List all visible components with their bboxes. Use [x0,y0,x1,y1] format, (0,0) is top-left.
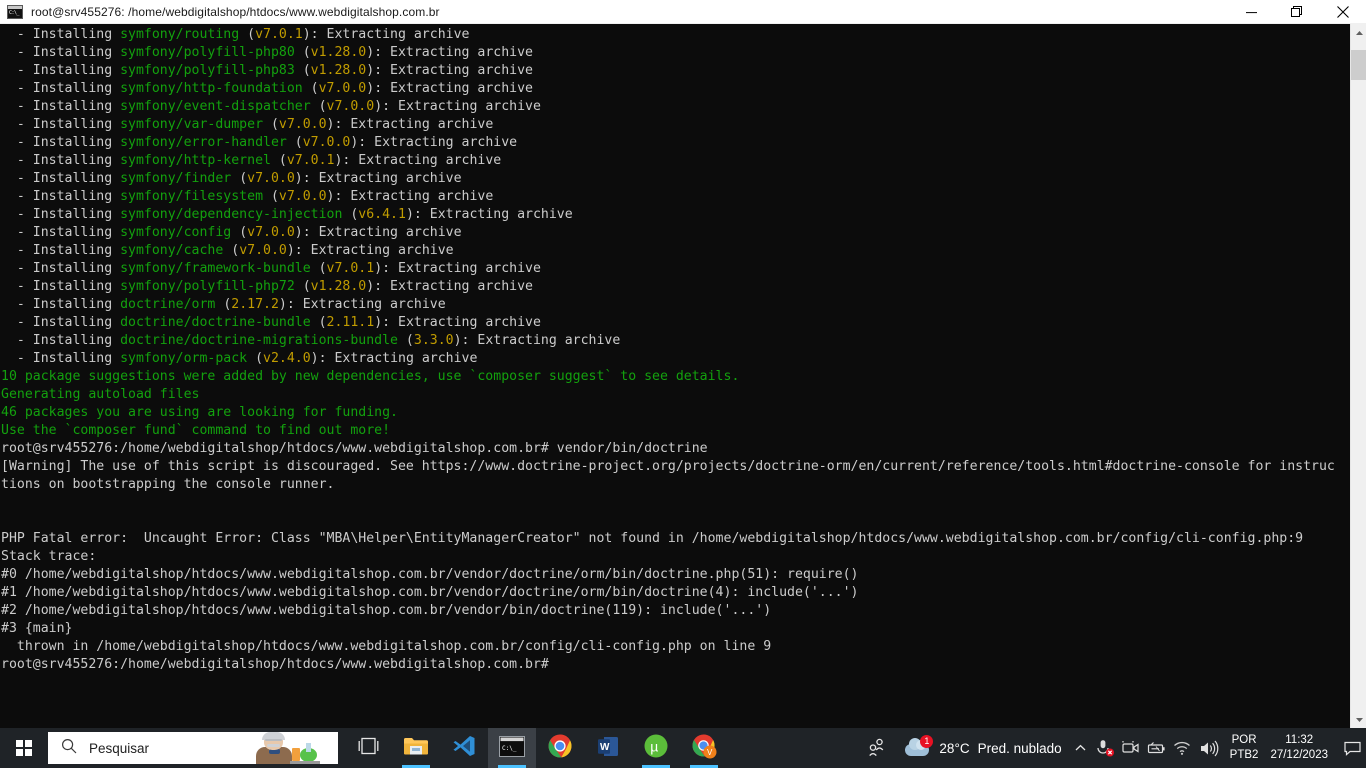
language-line-1: POR [1231,734,1257,746]
taskbar-item-chrome-profile[interactable]: V [680,728,728,768]
task-view-icon [358,737,379,759]
language-indicator[interactable]: POR PTB2 [1222,728,1265,768]
terminal-line: 46 packages you are using are looking fo… [1,405,398,420]
terminal-line: #0 /home/webdigitalshop/htdocs/www.webdi… [1,567,859,582]
terminal-line: thrown in /home/webdigitalshop/htdocs/ww… [1,639,772,654]
camera-icon[interactable] [1118,728,1144,768]
terminal-line: - Installing symfony/cache (v7.0.0): Ext… [1,243,454,258]
terminal-line: PHP Fatal error: Uncaught Error: Class "… [1,531,1304,546]
weather-notification-badge: 1 [920,735,934,748]
terminal-line: #1 /home/webdigitalshop/htdocs/www.webdi… [1,585,859,600]
battery-icon[interactable] [1144,728,1170,768]
scroll-down-arrow-icon[interactable] [1351,711,1366,728]
terminal-line: - Installing symfony/dependency-injectio… [1,207,573,222]
minimize-button[interactable] [1228,0,1274,24]
terminal-line: - Installing symfony/http-foundation (v7… [1,81,533,96]
terminal-line: root@srv455276:/home/webdigitalshop/htdo… [1,441,708,456]
restore-button[interactable] [1274,0,1320,24]
terminal-line: - Installing symfony/finder (v7.0.0): Ex… [1,171,462,186]
terminal-line: Stack trace: [1,549,97,564]
terminal-line: - Installing symfony/event-dispatcher (v… [1,99,541,114]
terminal-scrollbar[interactable] [1350,24,1366,728]
scroll-up-arrow-icon[interactable] [1351,24,1366,41]
search-input[interactable]: Pesquisar [48,732,338,764]
terminal-line: - Installing doctrine/orm (2.17.2): Extr… [1,297,446,312]
terminal-line: - Installing symfony/polyfill-php83 (v1.… [1,63,533,78]
taskbar-item-google-chrome[interactable] [536,728,584,768]
system-tray: 1 28°C Pred. nublado POR PTB2 11:32 27/1… [855,728,1366,768]
terminal-line: - Installing symfony/framework-bundle (v… [1,261,541,276]
start-button[interactable] [0,728,48,768]
terminal-line: Generating autoload files [1,387,200,402]
terminal-line: - Installing symfony/orm-pack (v2.4.0): … [1,351,478,366]
terminal-line: 10 package suggestions were added by new… [1,369,740,384]
vscode-icon [452,734,476,762]
weather-temperature: 28°C [939,740,970,756]
folder-icon [403,735,429,761]
volume-icon[interactable] [1196,728,1222,768]
meet-now-icon[interactable] [855,728,899,768]
scrollbar-thumb[interactable] [1351,50,1366,80]
weather-widget[interactable]: 1 28°C Pred. nublado [899,728,1069,768]
terminal-line: root@srv455276:/home/webdigitalshop/htdo… [1,657,549,672]
network-icon[interactable] [1170,728,1196,768]
chrome-icon [548,734,572,762]
terminal-line: - Installing doctrine/doctrine-migration… [1,333,621,348]
terminal-line: tions on bootstrapping the console runne… [1,477,335,492]
taskbar: Pesquisar C:\_ W µ V 1 28°C Pred. nublad… [0,728,1366,768]
taskbar-buttons: C:\_ W µ V [344,728,728,768]
svg-text:µ: µ [650,739,658,755]
terminal-line: - Installing symfony/var-dumper (v7.0.0)… [1,117,494,132]
console-icon: C:\_ [7,4,23,19]
word-icon: W [597,735,620,762]
clock-date: 27/12/2023 [1270,749,1328,761]
chrome-profile-icon: V [691,733,717,763]
terminal-output-area[interactable]: - Installing symfony/routing (v7.0.1): E… [0,24,1350,728]
svg-text:C:\_: C:\_ [502,745,517,752]
utorrent-icon: µ [644,734,668,762]
svg-text:W: W [600,742,610,753]
taskbar-item-vs-code[interactable] [440,728,488,768]
taskbar-item-task-view[interactable] [344,728,392,768]
window-title: root@srv455276: /home/webdigitalshop/htd… [31,4,440,19]
terminal-line: #3 {main} [1,621,73,636]
taskbar-item-utorrent[interactable]: µ [632,728,680,768]
terminal-line: - Installing symfony/http-kernel (v7.0.1… [1,153,502,168]
terminal-line: - Installing symfony/error-handler (v7.0… [1,135,518,150]
terminal-line: - Installing symfony/routing (v7.0.1): E… [1,27,470,42]
terminal-line: [Warning] The use of this script is disc… [1,459,1335,474]
desktop-screen: C:\_ root@srv455276: /home/webdigitalsho… [0,0,1366,768]
taskbar-item-microsoft-word[interactable]: W [584,728,632,768]
search-illustration [246,732,338,764]
svg-text:V: V [707,748,713,757]
clock-time: 11:32 [1285,734,1314,746]
terminal-line: - Installing symfony/filesystem (v7.0.0)… [1,189,494,204]
terminal-line: - Installing symfony/polyfill-php72 (v1.… [1,279,533,294]
show-hidden-icons-chevron-up-icon[interactable] [1070,728,1092,768]
weather-condition: Pred. nublado [977,740,1062,756]
window-title-bar[interactable]: C:\_ root@srv455276: /home/webdigitalsho… [0,0,1366,24]
terminal-lines: - Installing symfony/routing (v7.0.1): E… [0,26,1350,674]
close-button[interactable] [1320,0,1366,24]
window-controls [1228,0,1366,24]
terminal-line: - Installing symfony/polyfill-php80 (v1.… [1,45,533,60]
search-icon [61,738,77,758]
console-icon: C:\_ [499,735,525,761]
windows-logo-icon [15,739,33,757]
terminal-line: - Installing symfony/config (v7.0.0): Ex… [1,225,462,240]
terminal-line: - Installing doctrine/doctrine-bundle (2… [1,315,541,330]
taskbar-item-file-explorer[interactable] [392,728,440,768]
mic-muted-icon[interactable] [1092,728,1118,768]
action-center-icon[interactable] [1338,728,1366,768]
terminal-line: Use the `composer fund` command to find … [1,423,391,438]
cloud-icon: 1 [903,735,934,761]
search-placeholder-text: Pesquisar [89,740,150,756]
language-line-2: PTB2 [1229,749,1259,761]
taskbar-item-terminal[interactable]: C:\_ [488,728,536,768]
terminal-line: #2 /home/webdigitalshop/htdocs/www.webdi… [1,603,772,618]
clock[interactable]: 11:32 27/12/2023 [1264,728,1338,768]
